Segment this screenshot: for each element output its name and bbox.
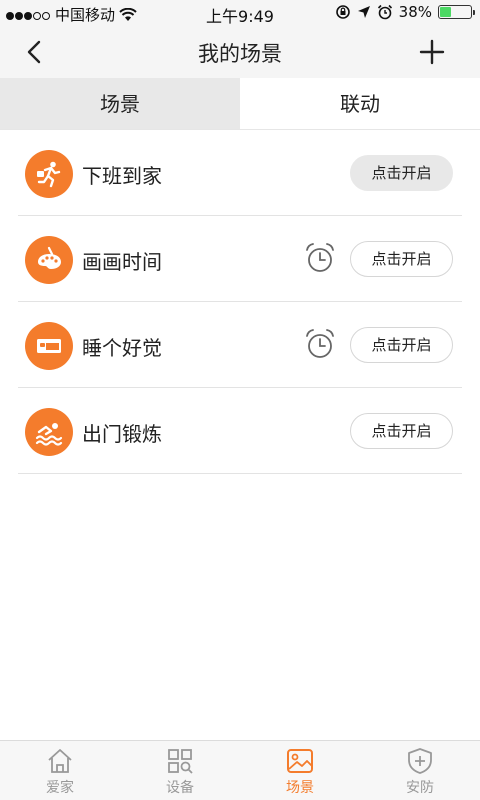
activate-scene-button[interactable]: 点击开启 [350,327,453,363]
scene-name: 出门锻炼 [82,422,162,446]
tab-label: 安防 [406,780,434,796]
tab-devices[interactable]: 设备 [120,741,240,800]
tab-scene[interactable]: 场景 [0,78,240,129]
swimming-icon [25,408,73,456]
running-home-icon [25,150,73,198]
scene-name: 下班到家 [82,164,162,188]
list-item[interactable]: 睡个好觉 点击开启 [18,302,462,388]
activate-scene-button[interactable]: 点击开启 [350,241,453,277]
activate-scene-button[interactable]: 点击开启 [350,413,453,449]
location-arrow-icon [357,6,370,18]
scene-name: 画画时间 [82,250,162,274]
status-bar: 中国移动 上午9:49 38% [0,0,480,26]
list-item[interactable]: 出门锻炼 点击开启 [18,388,462,474]
tab-linkage[interactable]: 联动 [240,78,480,129]
scene-list: 下班到家 点击开启 画画时间 点击开启 睡个好觉 点击开启 出门锻炼 点击开启 [18,130,462,474]
bed-icon [25,322,73,370]
tab-label: 爱家 [46,780,74,796]
page-title: 我的场景 [198,42,282,66]
devices-icon [168,749,193,774]
home-icon [48,749,72,773]
segment-tabs: 场景 联动 [0,78,480,130]
bottom-tab-bar: 爱家 设备 场景 安防 [0,740,480,800]
battery-icon [438,5,475,19]
battery-percent: 38% [398,3,432,21]
palette-icon [25,236,73,284]
tab-label: 设备 [166,780,194,796]
alarm-clock-icon[interactable] [305,328,335,360]
alarm-status-icon [377,4,392,20]
tab-scene-bottom[interactable]: 场景 [240,741,360,800]
list-item[interactable]: 画画时间 点击开启 [18,216,462,302]
navigation-bar: 我的场景 [0,26,480,78]
alarm-clock-icon[interactable] [305,242,335,274]
list-item[interactable]: 下班到家 点击开启 [18,130,462,216]
scene-icon [287,749,313,773]
activate-scene-button[interactable]: 点击开启 [350,155,453,191]
tab-label: 场景 [286,780,314,796]
add-plus-icon[interactable] [416,36,448,68]
tab-home[interactable]: 爱家 [0,741,120,800]
scene-name: 睡个好觉 [82,336,162,360]
shield-icon [408,748,432,774]
rotation-lock-icon [335,5,350,19]
tab-security[interactable]: 安防 [360,741,480,800]
